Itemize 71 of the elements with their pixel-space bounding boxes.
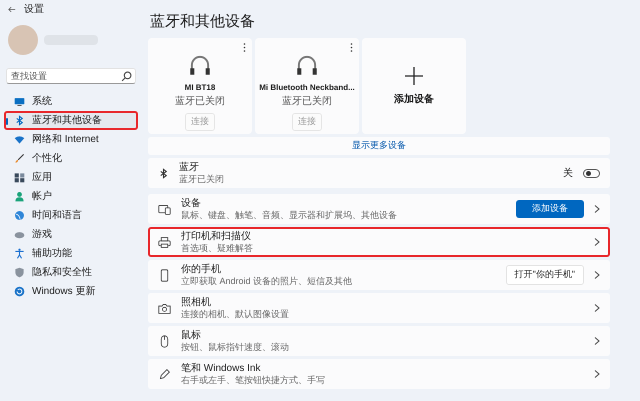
keyboard-speaker-icon: [158, 202, 171, 216]
setting-title: 照相机: [181, 296, 212, 308]
setting-description: 鼠标、键盘、触笔、音频、显示器和扩展坞、其他设备: [181, 210, 397, 220]
avatar-photo: [8, 25, 38, 55]
settings-row[interactable]: 你的手机 立即获取 Android 设备的照片、短信及其他 打开"你的手机": [148, 260, 610, 290]
device-name: MI BT18: [184, 82, 216, 94]
setting-description: 右手或左手、笔按钮快捷方式、手写: [181, 374, 325, 386]
chevron-right-icon: [594, 271, 600, 279]
pen-icon: [158, 368, 171, 380]
setting-title: 设备: [181, 198, 202, 210]
bluetooth-icon: [14, 115, 25, 126]
shield-icon: [14, 267, 25, 278]
setting-description: 首选项、疑难解答: [181, 242, 253, 254]
chevron-right-icon: [594, 238, 600, 246]
page-title: 蓝牙和其他设备: [150, 12, 256, 32]
more-options-icon[interactable]: [350, 43, 353, 52]
wifi-icon: [14, 134, 25, 145]
monitor-icon: [14, 96, 25, 107]
settings-row[interactable]: 打印机和扫描仪 首选项、疑难解答: [148, 227, 610, 257]
sidebar-item[interactable]: 游戏: [4, 225, 138, 244]
setting-title: 蓝牙: [179, 162, 200, 174]
apps-icon: [14, 172, 25, 183]
window-title: 设置: [24, 2, 44, 16]
sidebar-item[interactable]: 辅助功能: [4, 244, 138, 263]
chevron-right-icon: [594, 370, 600, 378]
chevron-right-icon: [594, 304, 600, 312]
more-options-icon[interactable]: [243, 43, 246, 52]
device-name: Mi Bluetooth Neckband...: [259, 82, 355, 94]
sidebar-item[interactable]: 时间和语言: [4, 206, 138, 225]
sidebar-item[interactable]: 网络和 Internet: [4, 130, 138, 149]
sidebar-item[interactable]: 应用: [4, 168, 138, 187]
open-app-button[interactable]: 打开"你的手机": [506, 265, 584, 285]
setting-title: 鼠标: [181, 330, 202, 342]
settings-row[interactable]: 笔和 Windows Ink 右手或左手、笔按钮快捷方式、手写: [148, 359, 610, 389]
plus-icon: [404, 66, 424, 86]
settings-row[interactable]: 设备 鼠标、键盘、触笔、音频、显示器和扩展坞、其他设备 添加设备: [148, 194, 610, 224]
setting-description: 按钮、鼠标指针速度、滚动: [181, 342, 289, 352]
sidebar-item[interactable]: 个性化: [4, 149, 138, 168]
sidebar-item[interactable]: Windows 更新: [4, 282, 138, 301]
phone-icon: [158, 268, 171, 282]
mouse-icon: [158, 334, 171, 348]
show-more-link[interactable]: 显示更多设备: [352, 139, 406, 153]
bluetooth-icon: [158, 168, 169, 178]
search-field[interactable]: 查找设置: [6, 68, 136, 84]
setting-title: 打印机和扫描仪: [181, 230, 252, 242]
setting-title: 笔和 Windows Ink: [181, 362, 262, 374]
add-device-card[interactable]: 添加设备: [362, 38, 466, 134]
setting-title: 你的手机: [181, 264, 222, 276]
settings-row[interactable]: 鼠标 按钮、鼠标指针速度、滚动: [148, 326, 610, 356]
chevron-right-icon: [594, 337, 600, 345]
setting-description: 立即获取 Android 设备的照片、短信及其他: [181, 276, 352, 286]
sidebar-item[interactable]: 帐户: [4, 187, 138, 206]
camera-icon: [158, 302, 171, 314]
accessibility-icon: [14, 248, 25, 259]
device-status: 蓝牙已关闭: [282, 94, 332, 109]
update-icon: [14, 286, 25, 297]
device-status: 蓝牙已关闭: [175, 94, 225, 109]
sidebar-item[interactable]: 系统: [4, 92, 138, 111]
toggle-switch[interactable]: [583, 168, 600, 178]
search-icon: [121, 71, 132, 82]
sidebar-item[interactable]: 隐私和安全性: [4, 263, 138, 282]
chevron-right-icon: [594, 205, 600, 213]
brush-icon: [14, 153, 25, 164]
setting-description: 连接的相机、默认图像设置: [181, 308, 289, 320]
sidebar-item[interactable]: 蓝牙和其他设备: [4, 111, 138, 130]
printer-icon: [158, 236, 171, 248]
setting-description: 蓝牙已关闭: [179, 174, 224, 184]
person-icon: [14, 191, 25, 202]
toggle-state-label: 关: [563, 166, 573, 180]
settings-row[interactable]: 照相机 连接的相机、默认图像设置: [148, 293, 610, 323]
add-device-button[interactable]: 添加设备: [516, 200, 584, 218]
